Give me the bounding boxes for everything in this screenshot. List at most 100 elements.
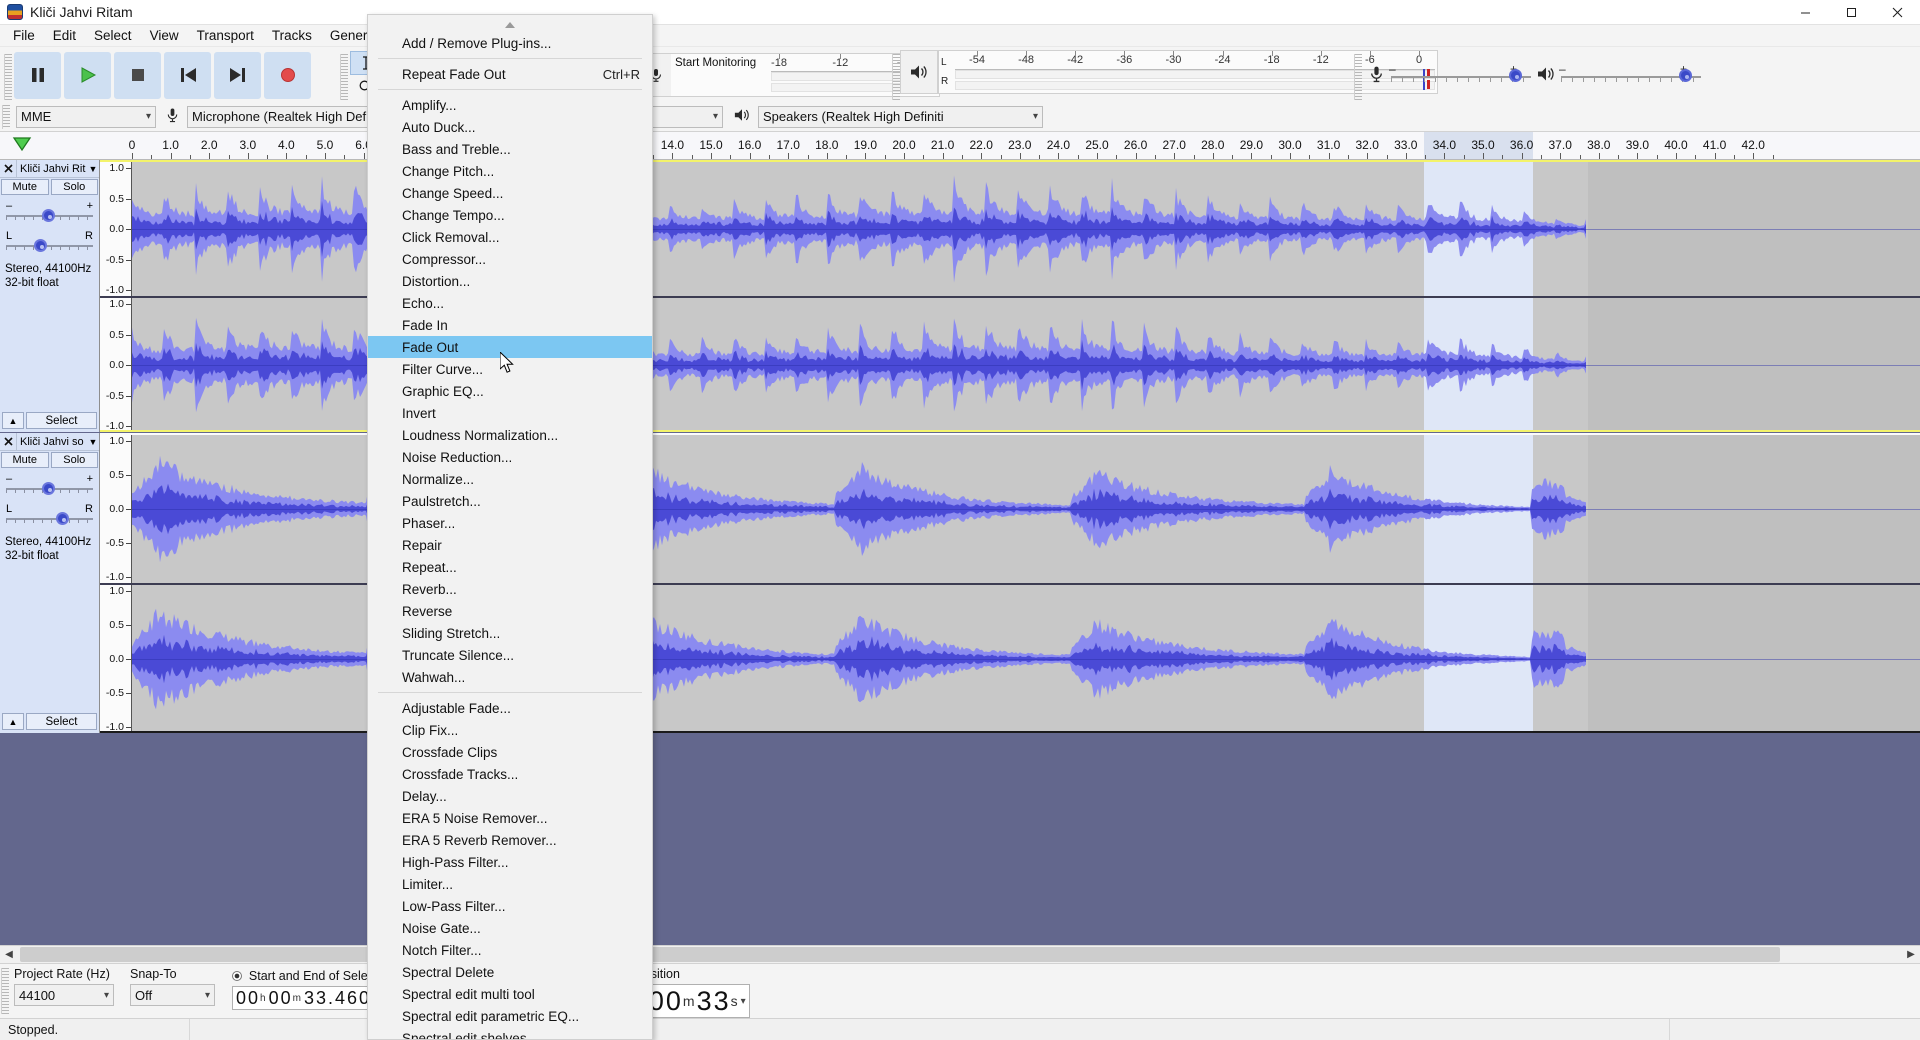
selection-start-field[interactable]: 00h00m33.460s▾	[232, 986, 389, 1010]
playback-meter-speaker[interactable]	[900, 50, 938, 94]
effect-menu-item-graphic-eq[interactable]: Graphic EQ...	[368, 380, 652, 402]
chevron-down-icon[interactable]: ▾	[741, 996, 746, 1007]
track-name[interactable]: Kliči Jahvi so	[17, 436, 87, 448]
effect-menu-item-repeat[interactable]: Repeat...	[368, 556, 652, 578]
effect-menu-item-noise-reduction[interactable]: Noise Reduction...	[368, 446, 652, 468]
time-unit[interactable]: m	[682, 993, 696, 1009]
skip-to-start-button[interactable]	[164, 51, 211, 99]
playback-device-select[interactable]: Speakers (Realtek High Definiti ▾	[758, 105, 1043, 128]
menu-select[interactable]: Select	[85, 25, 141, 46]
effect-menu-item-crossfade-clips[interactable]: Crossfade Clips	[368, 741, 652, 763]
track[interactable]: Kliči Jahvi so ▼ Mute Solo – + L R Stereo, 44100…	[0, 433, 1920, 733]
effect-menu-item-fade-in[interactable]: Fade In	[368, 314, 652, 336]
pin-play-head-icon[interactable]	[12, 136, 32, 157]
track-control-panel[interactable]: Kliči Jahvi so ▼ Mute Solo – + L R Stereo, 44100…	[0, 433, 100, 733]
track-select-button[interactable]: Select	[26, 412, 97, 429]
stop-button[interactable]	[114, 51, 161, 99]
effect-menu-item-noise-gate[interactable]: Noise Gate...	[368, 917, 652, 939]
play-volume-knob[interactable]	[1679, 69, 1692, 82]
menu-tracks[interactable]: Tracks	[263, 25, 321, 46]
time-digit[interactable]: 0	[247, 988, 259, 1009]
time-digit[interactable]: 6	[346, 988, 358, 1009]
time-digit[interactable]: 4	[334, 988, 346, 1009]
track-collapse-button[interactable]: ▲	[2, 713, 24, 730]
skip-to-end-button[interactable]	[214, 51, 261, 99]
menu-scroll-up-icon[interactable]	[368, 17, 652, 32]
effect-menu-item-change-tempo[interactable]: Change Tempo...	[368, 204, 652, 226]
track-mute-button[interactable]: Mute	[1, 452, 49, 468]
hscroll-track[interactable]	[18, 945, 1902, 964]
minimize-button[interactable]	[1782, 0, 1828, 25]
track-select-button[interactable]: Select	[26, 713, 97, 730]
scroll-right-arrow[interactable]: ▶	[1902, 945, 1920, 964]
time-digit[interactable]: .	[327, 988, 334, 1009]
effect-menu-item-notch-filter[interactable]: Notch Filter...	[368, 939, 652, 961]
effect-menu-item-paulstretch[interactable]: Paulstretch...	[368, 490, 652, 512]
effect-menu-item-auto-duck[interactable]: Auto Duck...	[368, 116, 652, 138]
effect-menu-item-loudness-normalization[interactable]: Loudness Normalization...	[368, 424, 652, 446]
transport-grip[interactable]	[4, 54, 12, 100]
project-rate-select[interactable]: 44100 ▾	[14, 984, 114, 1006]
close-button[interactable]	[1874, 0, 1920, 25]
time-unit[interactable]: m	[292, 993, 303, 1004]
horizontal-scrollbar[interactable]: ◀ ▶	[0, 945, 1920, 964]
track-gain-slider[interactable]: – +	[6, 200, 93, 226]
effect-menu-item-adjustable-fade[interactable]: Adjustable Fade...	[368, 697, 652, 719]
hscroll-thumb[interactable]	[20, 946, 1780, 962]
effect-menu-item-reverse[interactable]: Reverse	[368, 600, 652, 622]
effect-menu-item-spectral-delete[interactable]: Spectral Delete	[368, 961, 652, 983]
track-collapse-button[interactable]: ▲	[2, 412, 24, 429]
maximize-button[interactable]	[1828, 0, 1874, 25]
chevron-down-icon[interactable]: ▼	[87, 437, 99, 447]
radio-start-end[interactable]	[232, 971, 242, 982]
audio-host-select[interactable]: MME ▾	[16, 105, 156, 128]
effect-menu-item-era-5-noise-remover[interactable]: ERA 5 Noise Remover...	[368, 807, 652, 829]
mixer-grip[interactable]	[1354, 54, 1362, 100]
selection-grip[interactable]	[1, 968, 9, 1014]
scroll-left-arrow[interactable]: ◀	[0, 945, 18, 964]
effect-menu-item-bass-and-treble[interactable]: Bass and Treble...	[368, 138, 652, 160]
menu-file[interactable]: File	[4, 25, 44, 46]
time-digit[interactable]: 0	[268, 988, 280, 1009]
effect-menu-item-amplify[interactable]: Amplify...	[368, 94, 652, 116]
pan-knob[interactable]	[56, 512, 69, 525]
pan-knob[interactable]	[34, 239, 47, 252]
track-mute-button[interactable]: Mute	[1, 179, 49, 195]
effect-menu-item-normalize[interactable]: Normalize...	[368, 468, 652, 490]
recording-volume-slider[interactable]: – +	[1389, 62, 1531, 85]
play-meter-grip[interactable]	[892, 54, 900, 100]
menu-view[interactable]: View	[141, 25, 188, 46]
playback-volume-slider[interactable]: – +	[1559, 62, 1701, 85]
track-pan-slider[interactable]: LR	[6, 503, 93, 529]
effect-menu[interactable]: Add / Remove Plug-ins... Repeat Fade Out C…	[367, 14, 653, 1040]
time-digit[interactable]: 3	[696, 986, 713, 1017]
effect-menu-item-change-speed[interactable]: Change Speed...	[368, 182, 652, 204]
gain-knob[interactable]	[42, 209, 55, 222]
effect-menu-item-high-pass-filter[interactable]: High-Pass Filter...	[368, 851, 652, 873]
record-button[interactable]	[264, 51, 311, 99]
effect-menu-item-clip-fix[interactable]: Clip Fix...	[368, 719, 652, 741]
effect-menu-item-echo[interactable]: Echo...	[368, 292, 652, 314]
effect-menu-item-sliding-stretch[interactable]: Sliding Stretch...	[368, 622, 652, 644]
time-digit[interactable]: 3	[315, 988, 327, 1009]
effect-menu-item-era-5-reverb-remover[interactable]: ERA 5 Reverb Remover...	[368, 829, 652, 851]
effect-menu-item-truncate-silence[interactable]: Truncate Silence...	[368, 644, 652, 666]
effect-menu-item-invert[interactable]: Invert	[368, 402, 652, 424]
effect-menu-item-delay[interactable]: Delay...	[368, 785, 652, 807]
effect-menu-item-compressor[interactable]: Compressor...	[368, 248, 652, 270]
effect-menu-item-limiter[interactable]: Limiter...	[368, 873, 652, 895]
tools-grip[interactable]	[340, 54, 348, 100]
effect-menu-item-repair[interactable]: Repair	[368, 534, 652, 556]
track-pan-slider[interactable]: LR	[6, 230, 93, 256]
menu-edit[interactable]: Edit	[44, 25, 85, 46]
time-digit[interactable]: 3	[303, 988, 315, 1009]
effect-menu-item-spectral-edit-shelves[interactable]: Spectral edit shelves...	[368, 1027, 652, 1040]
track-solo-button[interactable]: Solo	[50, 179, 98, 195]
effect-menu-item-click-removal[interactable]: Click Removal...	[368, 226, 652, 248]
effect-menu-item-phaser[interactable]: Phaser...	[368, 512, 652, 534]
effect-menu-item-add-remove-plug-ins[interactable]: Add / Remove Plug-ins...	[368, 32, 652, 54]
timeline-ruler[interactable]: 01.02.03.04.05.06.07.08.09.010.011.012.0…	[0, 132, 1920, 160]
device-grip[interactable]	[2, 104, 10, 129]
track-solo-button[interactable]: Solo	[50, 452, 98, 468]
time-digit[interactable]: 0	[235, 988, 247, 1009]
